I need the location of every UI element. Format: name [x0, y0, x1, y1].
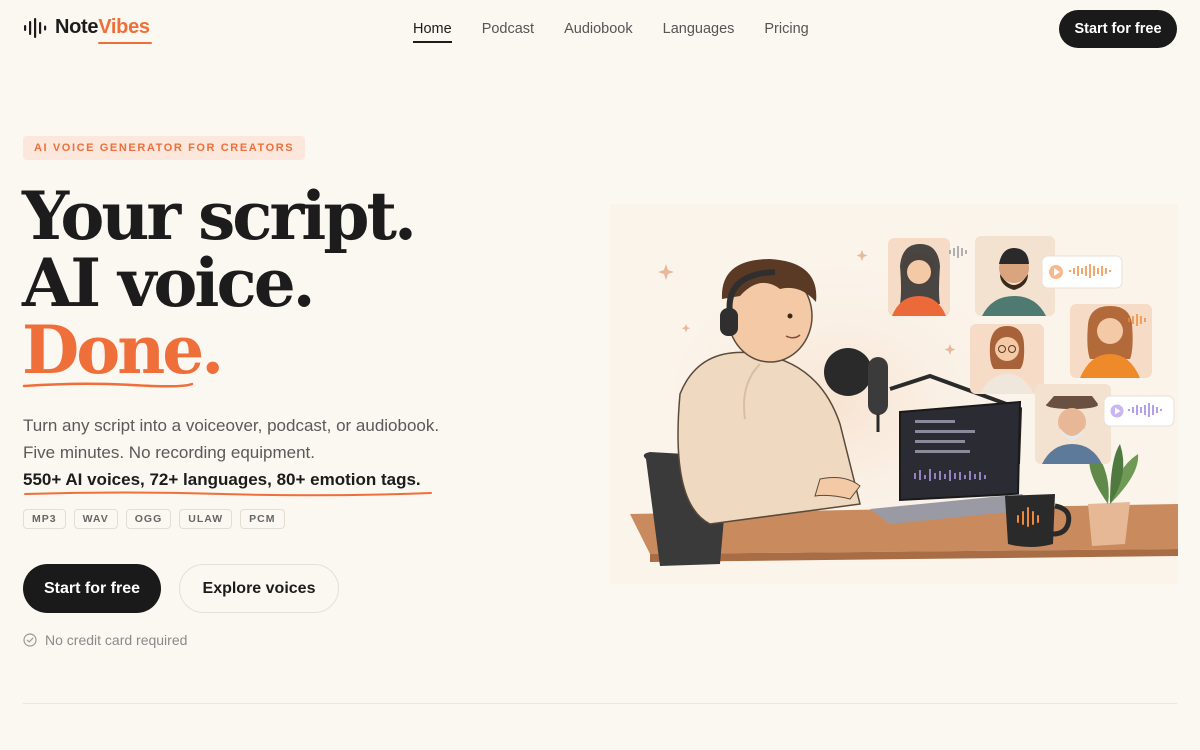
main-nav: Home Podcast Audiobook Languages Pricing — [413, 21, 809, 43]
voice-avatar-card — [888, 238, 950, 316]
audio-playback-pill — [1103, 395, 1175, 427]
highlight-underline — [24, 491, 432, 497]
hero-illustration — [610, 204, 1178, 584]
nav-item-audiobook[interactable]: Audiobook — [564, 21, 633, 42]
headline-accent-text: Done. — [22, 311, 224, 389]
brand-name: NoteVibes — [55, 16, 150, 39]
voice-avatar-card — [1035, 384, 1111, 464]
format-badge-ogg: OGG — [125, 509, 172, 529]
section-divider — [23, 703, 1177, 704]
no-credit-card-text: No credit card required — [45, 632, 188, 648]
headline-line-2: AI voice. — [22, 244, 316, 322]
headline-line-3: Done. — [22, 317, 224, 388]
format-badge-pcm: PCM — [240, 509, 285, 529]
brand-name-part1: Note — [55, 16, 99, 38]
site-header: NoteVibes Home Podcast Audiobook Languag… — [0, 0, 1200, 58]
brand-name-part2: Vibes — [98, 16, 150, 38]
format-badges: MP3 WAV OGG ULAW PCM — [23, 509, 285, 529]
hero-headline: Your script. AI voice. Done. — [22, 177, 417, 388]
nav-item-languages[interactable]: Languages — [663, 21, 735, 42]
hero-highlight: 550+ AI voices, 72+ languages, 80+ emoti… — [23, 466, 432, 497]
format-badge-ulaw: ULAW — [179, 509, 233, 529]
audio-playback-pill — [1041, 255, 1123, 289]
start-for-free-header-button[interactable]: Start for free — [1059, 10, 1177, 48]
check-circle-icon — [23, 633, 37, 647]
nav-item-podcast[interactable]: Podcast — [482, 21, 534, 42]
headline-line-1: Your script. — [22, 177, 417, 255]
voice-avatar-card — [1070, 304, 1152, 378]
voice-avatar-card — [970, 324, 1044, 394]
logo[interactable]: NoteVibes — [23, 16, 150, 39]
eyebrow-label: AI VOICE GENERATOR FOR CREATORS — [23, 136, 306, 160]
format-badge-mp3: MP3 — [23, 509, 66, 529]
explore-voices-button[interactable]: Explore voices — [179, 564, 339, 613]
format-badge-wav: WAV — [73, 509, 118, 529]
hero-highlight-text: 550+ AI voices, 72+ languages, 80+ emoti… — [23, 470, 421, 489]
hero-subtext: Turn any script into a voiceover, podcas… — [23, 416, 440, 462]
no-credit-card-note: No credit card required — [23, 632, 187, 648]
nav-item-home[interactable]: Home — [413, 21, 452, 43]
nav-item-pricing[interactable]: Pricing — [764, 21, 808, 42]
headline-underline — [22, 382, 194, 388]
start-for-free-button[interactable]: Start for free — [23, 564, 161, 613]
sound-wave-icon — [24, 17, 47, 38]
